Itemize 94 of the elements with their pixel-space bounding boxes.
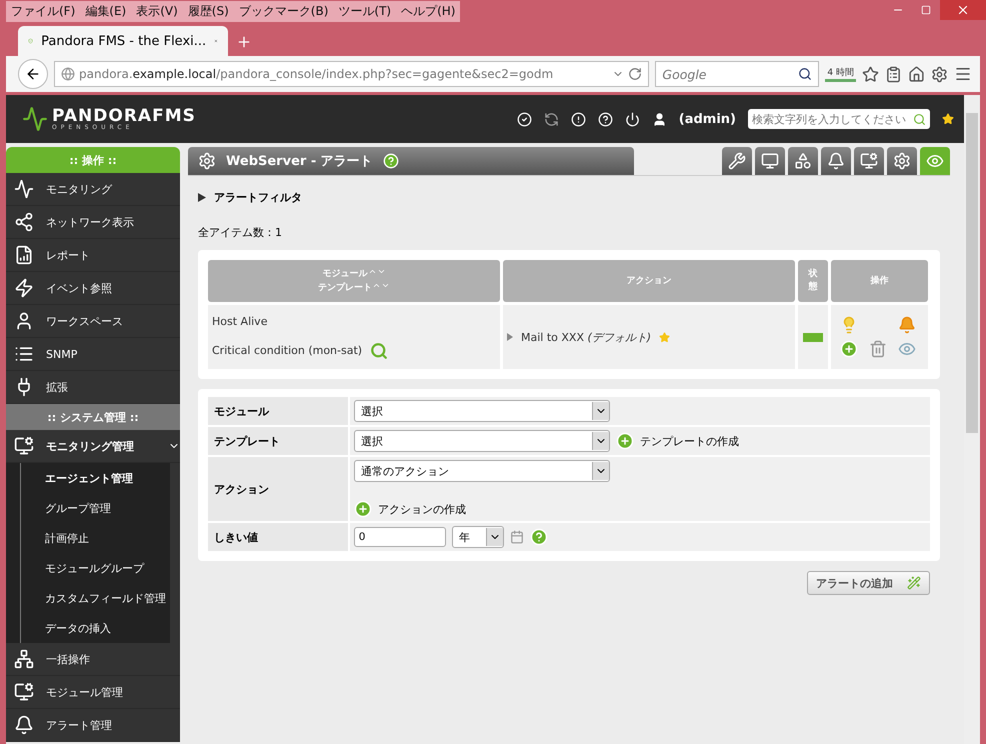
column-header: 状 態 bbox=[798, 260, 828, 302]
table-cell-text: Host Alive bbox=[212, 314, 268, 328]
menu-item[interactable]: 履歴(S) bbox=[182, 0, 234, 22]
monitor-gear-icon bbox=[12, 436, 36, 456]
menu-item[interactable]: 編集(E) bbox=[80, 0, 132, 22]
table-cell: Critical condition (mon-sat) bbox=[212, 344, 362, 357]
wand-icon bbox=[907, 576, 921, 590]
toolbar-tab[interactable] bbox=[788, 147, 818, 175]
column-header: アクション bbox=[503, 260, 795, 302]
menu-item[interactable]: ブックマーク(B) bbox=[234, 0, 334, 22]
toolbar-tab[interactable] bbox=[722, 147, 752, 175]
reload-icon[interactable] bbox=[628, 67, 642, 81]
dropdown[interactable]: 選択 bbox=[354, 430, 610, 452]
sidebar-item[interactable]: レポート bbox=[6, 239, 180, 272]
expand-icon[interactable] bbox=[507, 333, 513, 341]
add-icon[interactable] bbox=[840, 340, 858, 358]
form-label: しきい値 bbox=[208, 523, 348, 551]
toolbar-tab[interactable] bbox=[755, 147, 785, 175]
add-icon[interactable] bbox=[354, 500, 372, 518]
section-header[interactable]: :: システム管理 :: bbox=[6, 404, 180, 430]
refresh-icon[interactable] bbox=[544, 112, 559, 126]
filter-toggle[interactable]: アラートフィルタ bbox=[198, 190, 940, 205]
username[interactable]: (admin) bbox=[678, 112, 736, 126]
wrench-icon bbox=[728, 152, 746, 170]
star-icon[interactable] bbox=[862, 66, 879, 82]
bell-icon[interactable] bbox=[898, 316, 916, 334]
menu-icon[interactable] bbox=[954, 65, 972, 83]
shapes-icon bbox=[794, 152, 812, 170]
unit-dropdown[interactable]: 年 bbox=[452, 526, 504, 548]
dropdown[interactable]: 選択 bbox=[354, 400, 610, 422]
check-icon[interactable] bbox=[516, 112, 532, 126]
back-button[interactable] bbox=[18, 59, 48, 89]
submenu-item[interactable]: モジュールグループ bbox=[20, 553, 170, 583]
add-icon[interactable] bbox=[616, 432, 634, 450]
sidebar-item[interactable]: ワークスペース bbox=[6, 305, 180, 338]
search-field[interactable]: 検索文字列を入力してください bbox=[748, 109, 930, 129]
column-header: 操作 bbox=[831, 260, 928, 302]
home-icon[interactable] bbox=[908, 66, 925, 82]
form-label: テンプレート bbox=[208, 427, 348, 455]
pulse-icon bbox=[12, 179, 36, 199]
add-alert-button[interactable]: アラートの追加 bbox=[807, 571, 930, 595]
search-icon[interactable] bbox=[798, 67, 812, 81]
menu-item[interactable]: ファイル(F) bbox=[6, 0, 80, 22]
sidebar-item[interactable]: ネットワーク表示 bbox=[6, 206, 180, 239]
menu-item[interactable]: 表示(V) bbox=[131, 0, 183, 22]
page-title: WebServer - アラート bbox=[226, 153, 373, 170]
menu-item[interactable]: ヘルプ(H) bbox=[396, 0, 460, 22]
browser-tab[interactable]: Pandora FMS - the Flexi... bbox=[18, 26, 228, 56]
sidebar-item[interactable]: 一括操作 bbox=[6, 643, 180, 676]
action-text: Mail to XXX (デフォルト) bbox=[521, 330, 652, 344]
sidebar-item[interactable]: モニタリング管理 bbox=[6, 430, 180, 463]
sidebar-item[interactable]: モジュール管理 bbox=[6, 676, 180, 709]
help-icon[interactable] bbox=[598, 112, 613, 126]
gear-icon bbox=[198, 152, 216, 170]
monitor-gear-icon bbox=[12, 682, 36, 702]
help-icon[interactable] bbox=[382, 153, 399, 169]
globe-icon bbox=[61, 67, 75, 81]
monitor-gear-icon bbox=[860, 152, 878, 170]
monitor-icon bbox=[761, 152, 779, 170]
dropdown[interactable]: 通常のアクション bbox=[354, 460, 610, 482]
bell-icon bbox=[827, 152, 845, 170]
create-link[interactable]: テンプレートの作成 bbox=[640, 434, 739, 448]
power-icon[interactable] bbox=[624, 112, 640, 126]
sidebar-item[interactable]: SNMP bbox=[6, 338, 180, 371]
eye-icon bbox=[926, 152, 944, 170]
form-label: アクション bbox=[208, 457, 348, 521]
sidebar-item[interactable]: モニタリング bbox=[6, 173, 180, 206]
form-label: モジュール bbox=[208, 397, 348, 425]
toolbar-tab[interactable] bbox=[887, 147, 917, 175]
search-field[interactable]: Google bbox=[655, 61, 820, 87]
item-count: 全アイテム数：1 bbox=[198, 225, 283, 240]
clipboard-icon[interactable] bbox=[885, 66, 902, 82]
create-link[interactable]: アクションの作成 bbox=[378, 502, 466, 516]
toolbar-tab[interactable] bbox=[854, 147, 884, 175]
address-field[interactable]: pandora.example.local/pandora_console/index.php?sec=gagente&sec2=godm bbox=[54, 61, 650, 87]
hierarchy-icon bbox=[12, 649, 36, 669]
alert-icon[interactable] bbox=[570, 112, 586, 126]
submenu-item[interactable]: グループ管理 bbox=[20, 493, 170, 523]
submenu-item[interactable]: 計画停止 bbox=[20, 523, 170, 553]
submenu-item[interactable]: カスタムフィールド管理 bbox=[20, 583, 170, 613]
logo-icon bbox=[22, 106, 48, 132]
star-icon bbox=[659, 332, 670, 342]
sidebar-item[interactable]: イベント参照 bbox=[6, 272, 180, 305]
toolbar-tab[interactable] bbox=[821, 147, 851, 175]
sidebar-item[interactable]: アラート管理 bbox=[6, 709, 180, 742]
menu-item[interactable]: ツール(T) bbox=[333, 0, 396, 22]
triangle-icon bbox=[198, 193, 206, 202]
threshold-input[interactable]: 0 bbox=[354, 527, 446, 547]
sidebar-item[interactable]: 拡張 bbox=[6, 371, 180, 404]
trash-icon[interactable] bbox=[868, 340, 886, 358]
submenu-item[interactable]: エージェント管理 bbox=[20, 463, 170, 493]
time-badge[interactable]: 4 時間 bbox=[825, 66, 856, 82]
close-icon[interactable] bbox=[940, 0, 986, 20]
user-icon bbox=[652, 112, 667, 126]
